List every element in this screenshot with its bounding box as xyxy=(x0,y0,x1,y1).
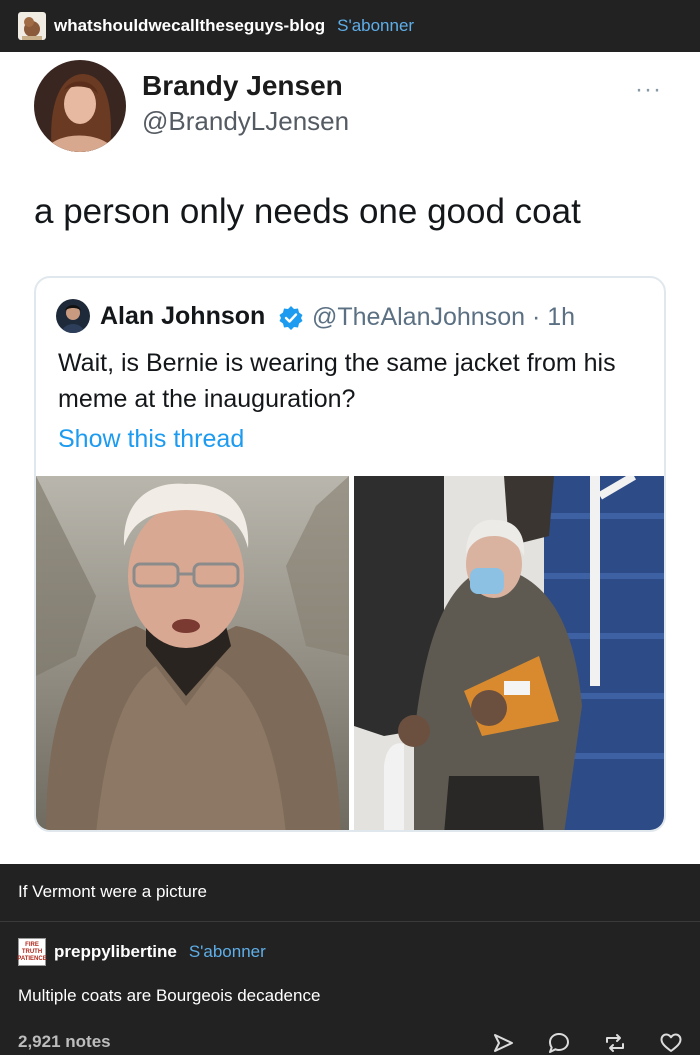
reblog-icon[interactable] xyxy=(602,1030,628,1055)
show-thread-link: Show this thread xyxy=(58,425,245,453)
reblog-avatar[interactable]: FIRE TRUTH PATIENCE xyxy=(17,938,47,966)
quoted-tweet-text: Wait, is Bernie is wearing the same jack… xyxy=(58,349,616,413)
post-header: whatshouldwecalltheseguys-blog S'abonner xyxy=(0,0,700,52)
reblog-header: FIRE TRUTH PATIENCE preppylibertine S'ab… xyxy=(17,938,266,966)
quoted-tweet: Alan Johnson @TheAlanJohnson · 1h Wait, … xyxy=(34,276,666,832)
reblog-avatar-line-3: PATIENCE xyxy=(17,955,47,962)
reblog-blog-name[interactable]: preppylibertine xyxy=(54,942,177,962)
tweet-image: Brandy Jensen @BrandyLJensen ··· a perso… xyxy=(0,52,700,864)
reply-icon[interactable] xyxy=(546,1030,572,1055)
post-actions xyxy=(490,1030,684,1055)
quoted-author-handle: @TheAlanJohnson · 1h xyxy=(312,303,576,331)
like-icon[interactable] xyxy=(658,1030,684,1055)
reblog-avatar-line-2: TRUTH xyxy=(21,948,43,955)
notes-count[interactable]: 2,921 notes xyxy=(18,1032,111,1052)
tweet-text: a person only needs one good coat xyxy=(34,192,581,231)
reblog-avatar-line-1: FIRE xyxy=(25,941,39,948)
tweet-author-name: Brandy Jensen xyxy=(142,70,343,101)
tweet-author-handle: @BrandyLJensen xyxy=(142,106,350,136)
follow-button[interactable]: S'abonner xyxy=(337,16,414,36)
post-caption: If Vermont were a picture xyxy=(18,882,207,901)
photo-bernie-meme xyxy=(36,476,349,830)
quoted-author-name: Alan Johnson xyxy=(100,302,266,330)
share-icon[interactable] xyxy=(490,1030,516,1055)
photo-bernie-inauguration xyxy=(354,476,664,830)
tweet-author-avatar xyxy=(34,60,126,152)
blog-avatar[interactable] xyxy=(18,12,46,40)
quoted-author-avatar xyxy=(56,299,90,333)
verified-badge-icon xyxy=(279,306,303,330)
blog-name[interactable]: whatshouldwecalltheseguys-blog xyxy=(54,16,325,36)
reblog-divider xyxy=(0,921,700,922)
quoted-photos xyxy=(36,476,664,830)
more-icon: ··· xyxy=(635,76,662,103)
reblog-text: Multiple coats are Bourgeois decadence xyxy=(18,986,321,1005)
reblog-follow-button[interactable]: S'abonner xyxy=(189,942,266,962)
